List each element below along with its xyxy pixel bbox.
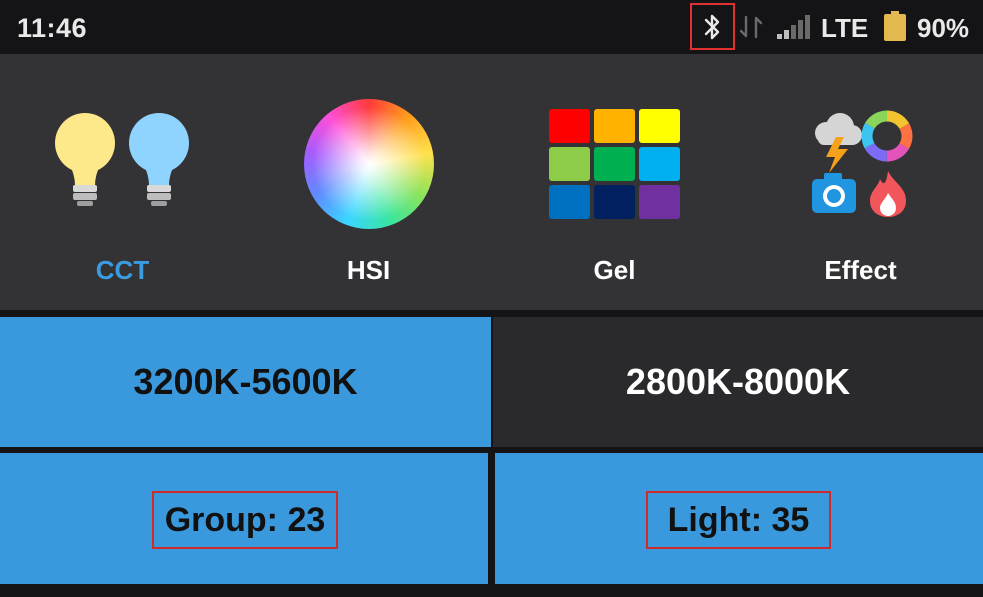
group-label: Group: 23 <box>152 491 338 549</box>
mode-label: HSI <box>346 255 391 285</box>
mode-cct[interactable]: CCT <box>0 54 245 310</box>
group-tile[interactable]: Group: 23 <box>0 453 488 584</box>
gel-swatch <box>594 147 635 181</box>
mode-label: Effect <box>824 255 897 285</box>
camera-icon <box>811 173 856 213</box>
range-3200-5600-button[interactable]: 3200K-5600K <box>0 317 491 447</box>
gel-swatch <box>594 109 635 143</box>
gel-swatch <box>639 109 680 143</box>
storm-icon <box>814 113 862 173</box>
color-ring-icon <box>861 110 912 162</box>
color-wheel-icon <box>303 99 434 229</box>
mode-effect[interactable]: Effect <box>738 54 983 310</box>
gel-swatch <box>639 147 680 181</box>
battery-percent: 90% <box>917 13 970 43</box>
light-label: Light: 35 <box>646 491 831 549</box>
bluetooth-highlight[interactable] <box>690 3 735 50</box>
gel-swatch <box>549 109 590 143</box>
signal-icon <box>777 15 810 39</box>
battery-icon <box>884 11 906 41</box>
flame-icon <box>869 171 906 217</box>
network-type: LTE <box>821 13 869 43</box>
mode-gel[interactable]: Gel <box>492 54 737 310</box>
bluetooth-icon <box>704 14 719 39</box>
effects-icon <box>811 110 912 217</box>
status-bar: 11:46 LTE 90% <box>0 0 983 54</box>
gel-grid-icon <box>549 109 680 219</box>
gel-swatch <box>549 147 590 181</box>
gel-swatch <box>549 185 590 219</box>
status-time: 11:46 <box>17 13 88 43</box>
gel-swatch <box>639 185 680 219</box>
light-tile[interactable]: Light: 35 <box>495 453 983 584</box>
mode-label: CCT <box>95 255 150 285</box>
bulbs-icon <box>54 113 189 206</box>
mode-panel: CCT HSI Gel Effect <box>0 54 983 310</box>
mode-hsi[interactable]: HSI <box>246 54 491 310</box>
mode-label: Gel <box>593 255 636 285</box>
range-2800-8000-button[interactable]: 2800K-8000K <box>493 317 983 447</box>
data-sync-icon <box>739 15 763 39</box>
gel-swatch <box>594 185 635 219</box>
